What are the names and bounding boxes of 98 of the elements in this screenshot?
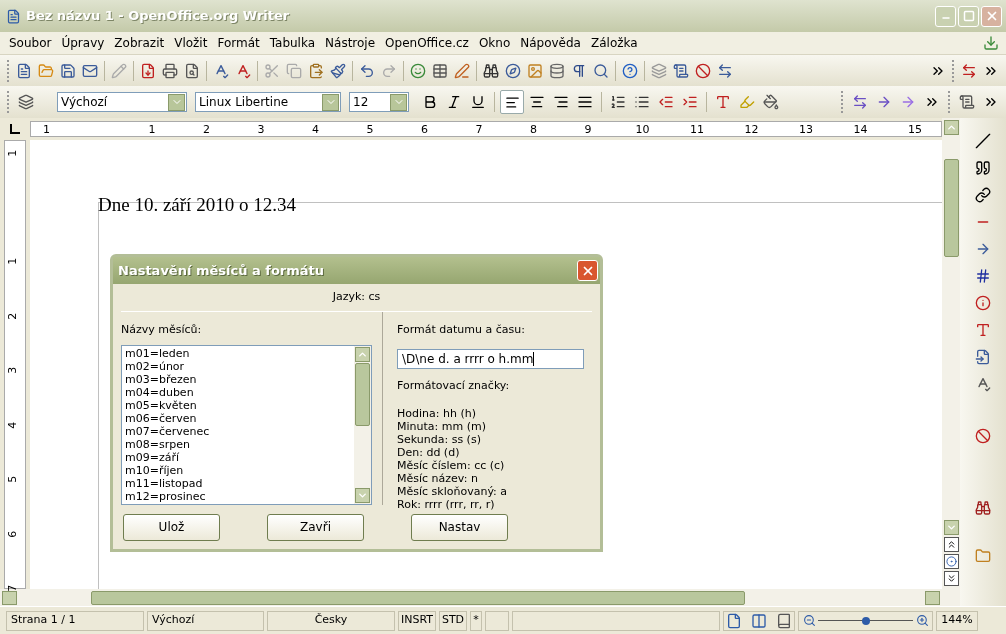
zoom-thumb[interactable] (861, 616, 870, 625)
scroll-thumb[interactable] (943, 159, 959, 257)
format-mark: Sekunda: ss (s) (397, 433, 482, 446)
ruler-number: 1 (5, 257, 21, 265)
menu-item[interactable]: OpenOffice.cz (380, 34, 474, 52)
format-label: Formát datumu a času: (397, 322, 526, 338)
zoom-level: 144% (936, 610, 978, 631)
ruler-number: 10 (635, 122, 650, 138)
ruler-number: 7 (475, 122, 483, 138)
dialog-button[interactable]: Zavři (267, 513, 364, 541)
selection-mode-status[interactable]: STD (439, 610, 467, 631)
marks-label: Formátovací značky: (397, 377, 511, 394)
month-item[interactable]: m05=květen (125, 398, 354, 412)
dialog-button[interactable]: Nastav (411, 513, 508, 541)
month-item[interactable]: m04=duben (125, 385, 354, 399)
dialog-title: Nastavění měsíců a formátu (118, 261, 326, 280)
ruler-number: 6 (421, 122, 428, 138)
ruler-number: 2 (5, 312, 21, 320)
format-mark: Minuta: mm (m) (397, 420, 487, 433)
format-mark: Měsíc číslem: cc (c) (397, 459, 506, 472)
menu-item[interactable]: Tabulka (264, 34, 321, 52)
dialog-button[interactable]: Ulož (123, 513, 220, 541)
menu-item[interactable]: Okno (473, 34, 516, 52)
next-page-icon[interactable] (943, 571, 959, 586)
month-item[interactable]: m06=červen (125, 411, 354, 425)
menu-item[interactable]: Úpravy (56, 34, 110, 52)
page-status: Strana 1 / 1 (6, 610, 144, 631)
menu-item[interactable]: Nápověda (515, 34, 586, 52)
ruler-number: 3 (257, 122, 265, 138)
language-label: Jazyk: cs (332, 289, 381, 306)
font-name-field[interactable]: Linux Libertine (195, 92, 341, 112)
month-item[interactable]: m08=srpen (125, 437, 354, 451)
zoom-out-icon[interactable] (802, 613, 816, 628)
month-item[interactable]: m03=březen (125, 372, 354, 386)
month-item[interactable]: m02=únor (125, 359, 354, 373)
format-mark: Hodina: hh (h) (397, 407, 477, 420)
modified-status: * (470, 610, 482, 631)
paragraph-style-field[interactable]: Výchozí (57, 92, 187, 112)
month-item[interactable]: m01=leden (125, 346, 354, 360)
format-mark: Měsíc název: n (397, 472, 479, 485)
ruler-number: 1 (43, 122, 50, 138)
previous-page-icon[interactable] (943, 537, 959, 552)
scroll-up-icon[interactable] (943, 120, 959, 135)
font-size-field[interactable]: 12 (349, 92, 409, 112)
menu-item[interactable]: Vložit (169, 34, 213, 52)
format-mark: Rok: rrrr (rrr, rr, r) (397, 498, 496, 511)
align-left-icon[interactable] (500, 90, 524, 114)
scroll-thumb[interactable] (91, 590, 745, 605)
months-label: Názvy měsíců: (121, 322, 203, 338)
scroll-thumb[interactable] (355, 362, 370, 426)
ruler-number: 1 (148, 122, 156, 138)
ruler-number: 14 (853, 122, 868, 138)
ruler-number: 5 (366, 122, 374, 138)
window-title: Bez názvu 1 - OpenOffice.org Writer (26, 7, 290, 26)
ruler-number: 8 (530, 122, 537, 138)
month-item[interactable]: m10=říjen (125, 463, 354, 477)
ruler-number: 7 (5, 584, 21, 592)
ruler-number: 5 (5, 475, 21, 483)
format-mark: Měsíc skloňovaný: a (397, 485, 509, 498)
month-item[interactable]: m09=září (125, 450, 354, 464)
document-text: Dne 10. září 2010 o 12.34 (98, 194, 297, 216)
ruler-number: 15 (908, 122, 922, 138)
zoom-in-icon[interactable] (915, 613, 929, 628)
maximize-icon (962, 10, 975, 22)
ruler-number: 3 (5, 366, 21, 374)
close-button[interactable] (577, 260, 598, 281)
ruler-number: 4 (312, 122, 319, 138)
menu-item[interactable]: Záložka (585, 34, 643, 52)
status-panel (485, 610, 509, 631)
language-status: Česky (267, 610, 395, 631)
ruler-number: 9 (584, 122, 592, 138)
format-mark: Den: dd (d) (397, 446, 461, 459)
ruler-number: 13 (799, 122, 813, 138)
menu-item[interactable]: Formát (212, 34, 265, 52)
month-item[interactable]: m11=listopad (125, 476, 354, 490)
scroll-left-icon[interactable] (2, 590, 17, 605)
vertical-scrollbar[interactable] (942, 118, 960, 606)
ruler-number: 2 (203, 122, 210, 138)
scroll-up-icon[interactable] (355, 346, 370, 362)
style-status: Výchozí (147, 610, 264, 631)
horizontal-scrollbar[interactable] (0, 589, 942, 606)
scroll-down-icon[interactable] (355, 488, 370, 503)
ruler-number: 1 (5, 149, 21, 157)
ruler-number: 11 (690, 122, 704, 138)
ruler-number: 6 (5, 530, 21, 538)
ruler-number: 4 (5, 421, 21, 429)
tab-stop-icon[interactable] (10, 124, 20, 134)
format-field[interactable]: \D\ne d. a rrrr o h.mm (397, 348, 584, 369)
months-list[interactable]: m01=leden m02=únor m03=březen m04=duben m05=květen m06=červen m07=červenec m08=srpen m09=září m10=říjen m11=listopad m12=prosinec (121, 344, 372, 505)
scrollbar[interactable] (354, 345, 371, 504)
insert-mode-status[interactable]: INSRT (398, 610, 436, 631)
menu-item[interactable]: Nástroje (320, 34, 381, 52)
ruler-number: 12 (744, 122, 759, 138)
menu-item[interactable]: Zobrazit (109, 34, 170, 52)
menu-item[interactable]: Soubor (4, 34, 57, 52)
month-item[interactable]: m07=červenec (125, 424, 354, 438)
navigator-icon[interactable] (943, 554, 959, 569)
month-item[interactable]: m12=prosinec (125, 489, 354, 503)
